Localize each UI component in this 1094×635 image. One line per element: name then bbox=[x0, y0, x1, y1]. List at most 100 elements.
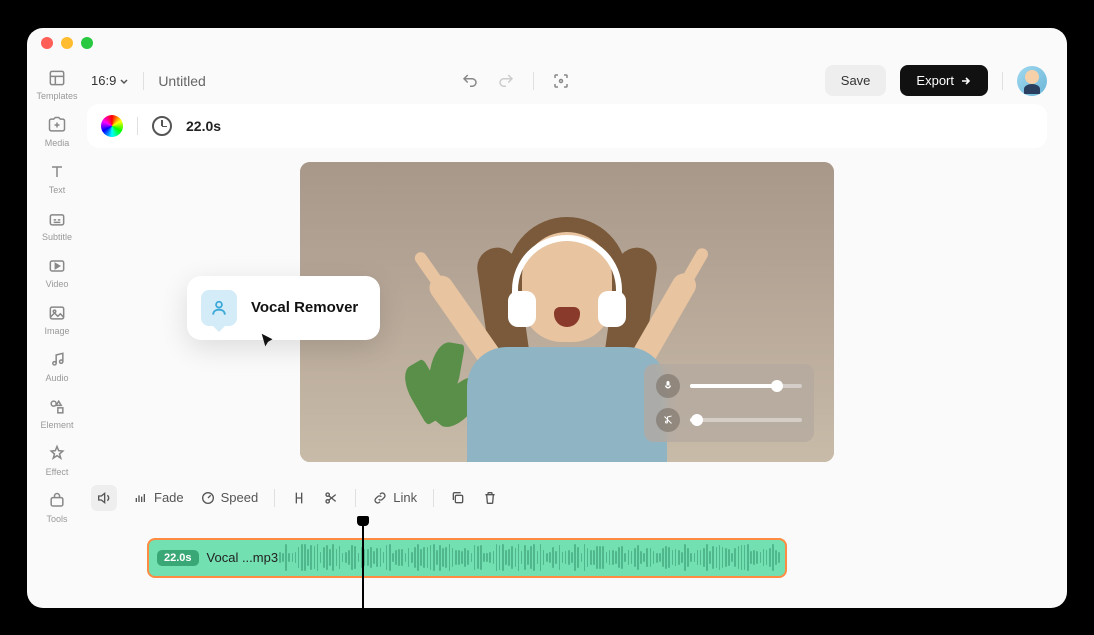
subtitle-icon bbox=[47, 209, 67, 229]
sidebar-label: Audio bbox=[45, 373, 68, 383]
aspect-ratio-value: 16:9 bbox=[91, 73, 116, 88]
sidebar-item-element[interactable]: Element bbox=[27, 397, 87, 430]
speed-button[interactable]: Speed bbox=[200, 490, 259, 506]
sidebar-label: Effect bbox=[46, 467, 69, 477]
video-icon bbox=[47, 256, 67, 276]
history-group bbox=[461, 72, 570, 90]
save-button[interactable]: Save bbox=[825, 65, 887, 96]
music-mute-icon bbox=[656, 408, 680, 432]
export-label: Export bbox=[916, 73, 954, 88]
speed-label: Speed bbox=[221, 490, 259, 505]
sidebar-label: Image bbox=[44, 326, 69, 336]
split-button[interactable] bbox=[291, 490, 307, 506]
sidebar-label: Element bbox=[40, 420, 73, 430]
popup-label: Vocal Remover bbox=[251, 299, 358, 316]
delete-button[interactable] bbox=[482, 490, 498, 506]
project-title[interactable]: Untitled bbox=[158, 73, 205, 89]
sidebar-item-subtitle[interactable]: Subtitle bbox=[27, 209, 87, 242]
sidebar-item-effect[interactable]: Effect bbox=[27, 444, 87, 477]
chevron-down-icon bbox=[119, 76, 129, 86]
duration-value: 22.0s bbox=[186, 118, 221, 134]
audio-icon bbox=[47, 350, 67, 370]
sidebar-label: Media bbox=[45, 138, 70, 148]
sidebar-item-audio[interactable]: Audio bbox=[27, 350, 87, 383]
templates-icon bbox=[47, 68, 67, 88]
sidebar-item-video[interactable]: Video bbox=[27, 256, 87, 289]
top-toolbar: 16:9 Untitled Save Export bbox=[87, 58, 1047, 104]
copy-icon bbox=[450, 490, 466, 506]
cut-button[interactable] bbox=[323, 490, 339, 506]
vocal-remover-popup[interactable]: Vocal Remover bbox=[187, 276, 380, 340]
aspect-ratio-selector[interactable]: 16:9 bbox=[91, 73, 129, 88]
sidebar-label: Video bbox=[46, 279, 69, 289]
sidebar-item-tools[interactable]: Tools bbox=[27, 491, 87, 524]
music-slider-row bbox=[656, 408, 802, 432]
video-preview[interactable] bbox=[300, 162, 834, 462]
effect-icon bbox=[47, 444, 67, 464]
sidebar-item-media[interactable]: Media bbox=[27, 115, 87, 148]
sidebar-label: Tools bbox=[46, 514, 67, 524]
user-avatar[interactable] bbox=[1017, 66, 1047, 96]
divider bbox=[137, 117, 138, 135]
image-icon bbox=[47, 303, 67, 323]
canvas-area: Vocal Remover bbox=[87, 162, 1047, 478]
element-icon bbox=[47, 397, 67, 417]
divider bbox=[143, 72, 144, 90]
fade-label: Fade bbox=[154, 490, 184, 505]
export-button[interactable]: Export bbox=[900, 65, 988, 96]
speaker-icon bbox=[96, 490, 112, 506]
color-wheel-icon[interactable] bbox=[101, 115, 123, 137]
window-close-dot[interactable] bbox=[41, 37, 53, 49]
window-maximize-dot[interactable] bbox=[81, 37, 93, 49]
divider bbox=[1002, 72, 1003, 90]
fade-button[interactable]: Fade bbox=[133, 490, 184, 506]
person-icon bbox=[201, 290, 237, 326]
microphone-icon bbox=[656, 374, 680, 398]
link-button[interactable]: Link bbox=[372, 490, 417, 506]
waveform-graphic bbox=[279, 544, 779, 572]
app-window: Templates Media Text Subtitle Video Imag… bbox=[27, 28, 1067, 608]
redo-icon[interactable] bbox=[497, 72, 515, 90]
sidebar-item-text[interactable]: Text bbox=[27, 162, 87, 195]
fade-icon bbox=[133, 490, 149, 506]
sidebar-label: Subtitle bbox=[42, 232, 72, 242]
media-icon bbox=[47, 115, 67, 135]
scissors-icon bbox=[323, 490, 339, 506]
audio-clip[interactable]: 22.0s Vocal ...mp3 bbox=[147, 538, 787, 578]
sidebar-label: Text bbox=[49, 185, 66, 195]
window-titlebar bbox=[27, 28, 1067, 58]
playhead[interactable] bbox=[362, 518, 364, 608]
vocal-slider-row bbox=[656, 374, 802, 398]
divider bbox=[433, 489, 434, 507]
tools-icon bbox=[47, 491, 67, 511]
volume-button[interactable] bbox=[91, 485, 117, 511]
clock-icon bbox=[152, 116, 172, 136]
link-label: Link bbox=[393, 490, 417, 505]
window-minimize-dot[interactable] bbox=[61, 37, 73, 49]
undo-icon[interactable] bbox=[461, 72, 479, 90]
clip-duration-tag: 22.0s bbox=[157, 550, 199, 566]
vocal-volume-slider[interactable] bbox=[690, 384, 802, 388]
copy-button[interactable] bbox=[450, 490, 466, 506]
clip-filename: Vocal ...mp3 bbox=[207, 550, 279, 565]
split-icon bbox=[291, 490, 307, 506]
cursor-icon bbox=[259, 332, 277, 350]
bottom-panel: Fade Speed Lin bbox=[87, 478, 1047, 608]
timeline-track[interactable]: 22.0s Vocal ...mp3 bbox=[87, 518, 1047, 608]
timeline-toolbar: Fade Speed Lin bbox=[87, 478, 1047, 518]
divider bbox=[274, 489, 275, 507]
sidebar-item-image[interactable]: Image bbox=[27, 303, 87, 336]
info-bar: 22.0s bbox=[87, 104, 1047, 148]
sidebar-label: Templates bbox=[36, 91, 77, 101]
arrow-right-icon bbox=[960, 75, 972, 87]
sidebar-item-templates[interactable]: Templates bbox=[27, 68, 87, 101]
trash-icon bbox=[482, 490, 498, 506]
content-area: 16:9 Untitled Save Export bbox=[87, 58, 1067, 608]
link-icon bbox=[372, 490, 388, 506]
left-sidebar: Templates Media Text Subtitle Video Imag… bbox=[27, 58, 87, 608]
music-volume-slider[interactable] bbox=[690, 418, 802, 422]
scan-icon[interactable] bbox=[552, 72, 570, 90]
main-area: Templates Media Text Subtitle Video Imag… bbox=[27, 58, 1067, 608]
divider bbox=[533, 72, 534, 90]
divider bbox=[355, 489, 356, 507]
